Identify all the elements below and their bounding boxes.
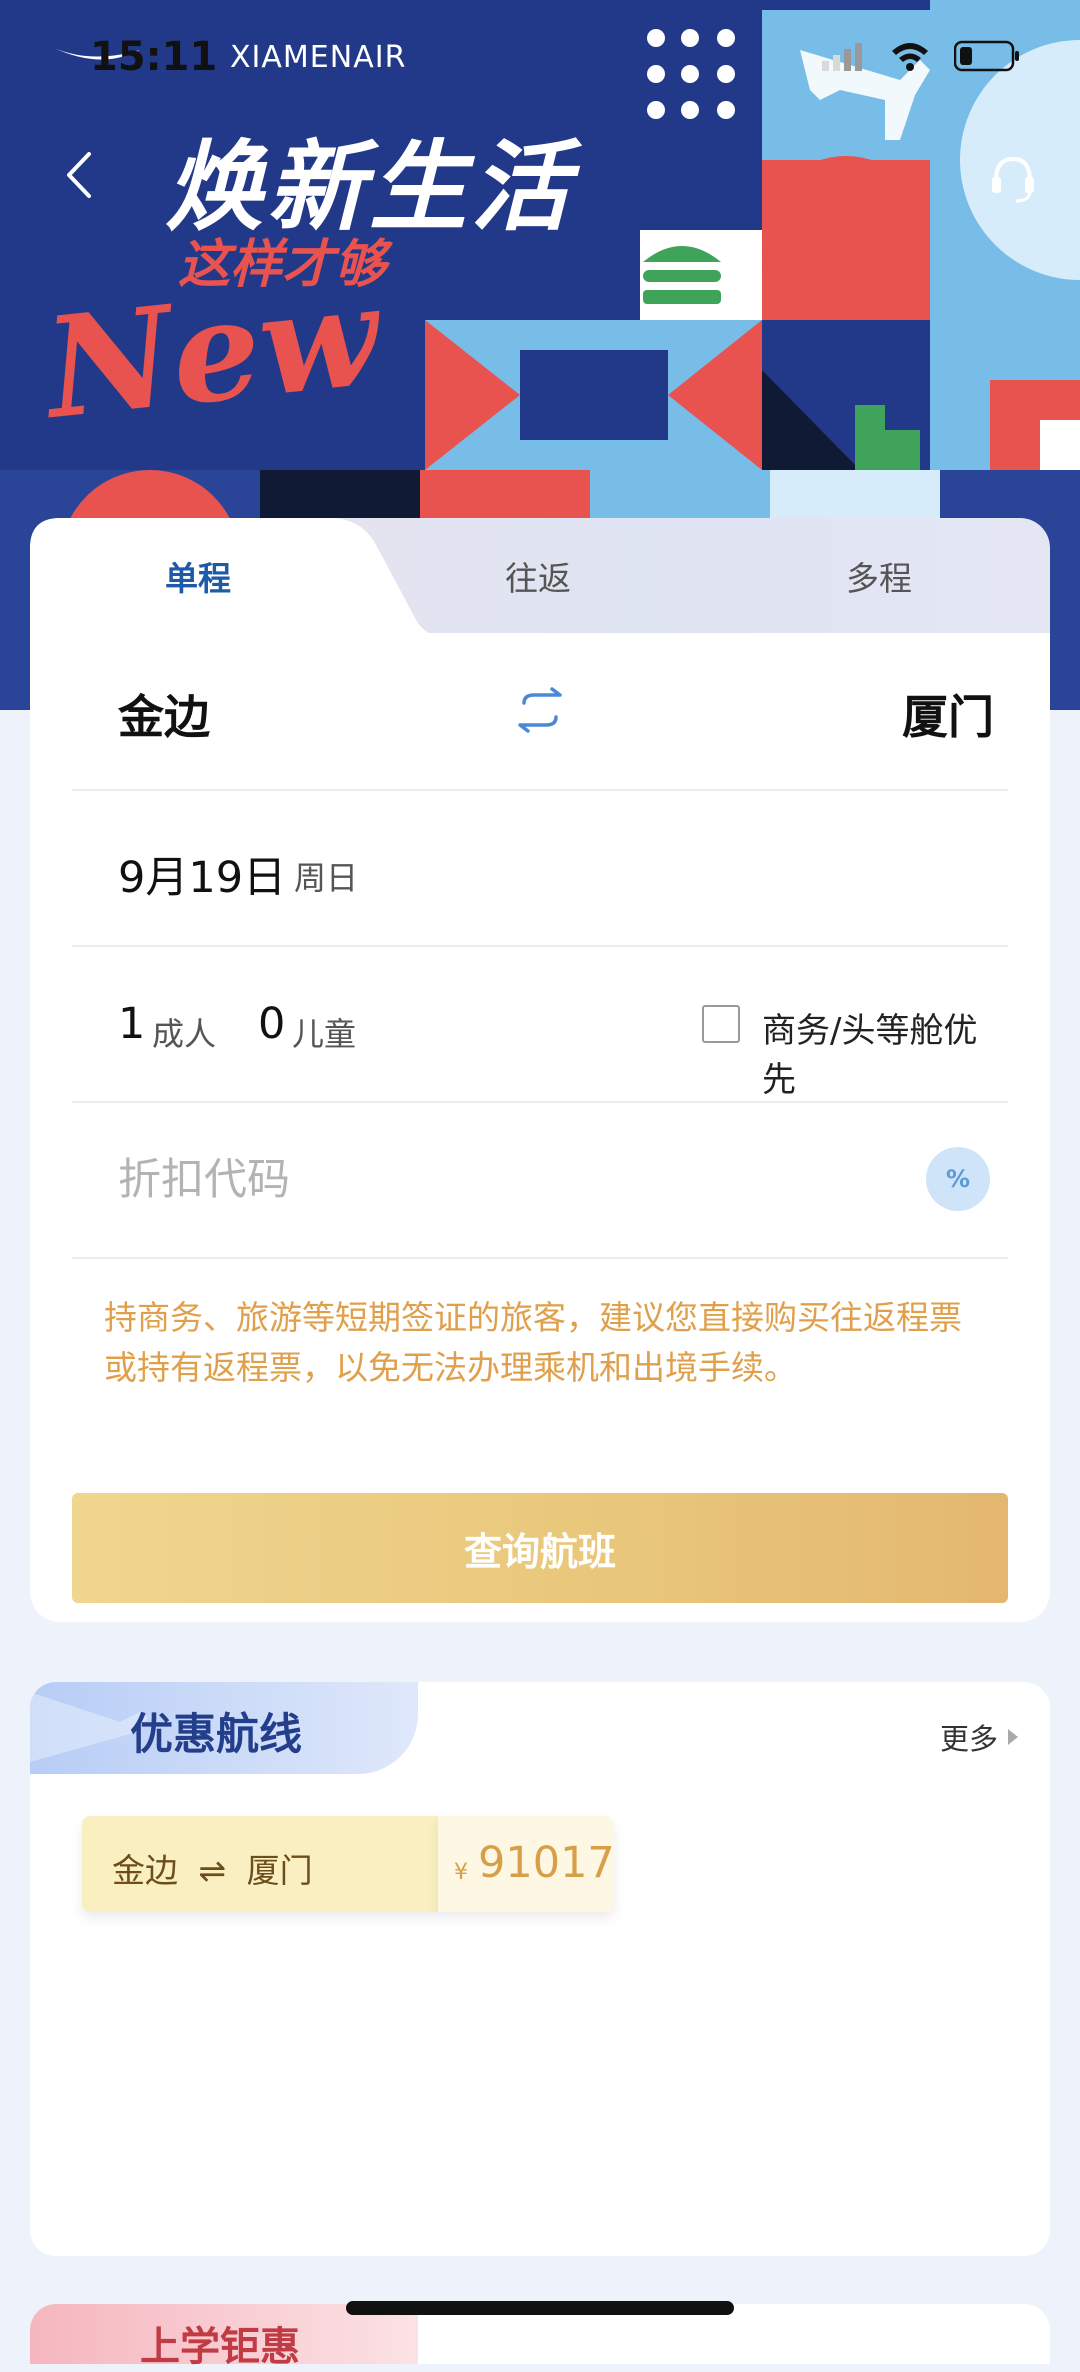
wifi-icon — [892, 43, 928, 71]
visa-notice: 持商务、旅游等短期签证的旅客，建议您直接购买往返程票或持有返程票，以免无法办理乘… — [104, 1298, 962, 1387]
tab-round-trip[interactable]: 往返 — [505, 552, 571, 600]
tab-multi-city[interactable]: 多程 — [846, 552, 912, 600]
adults-count[interactable]: 1 — [118, 999, 145, 1049]
status-icons — [822, 40, 1020, 72]
search-flights-button[interactable]: 查询航班 — [72, 1493, 1008, 1603]
promo-code-input[interactable] — [118, 1145, 818, 1215]
departure-city[interactable]: 金边 — [118, 681, 210, 747]
triangle-right-icon — [1008, 1729, 1018, 1745]
battery-icon — [954, 40, 1019, 72]
price-currency: ¥ — [454, 1860, 468, 1885]
signal-icon — [822, 43, 862, 71]
deal-price: 91017 — [478, 1838, 615, 1888]
banner-new-text: New — [38, 253, 387, 450]
status-time: 15:11 — [90, 34, 218, 80]
passenger-row: 1 成人 0 儿童 商务/头等舱优先 — [72, 947, 1008, 1103]
adults-label: 成人 — [152, 1015, 217, 1053]
home-indicator[interactable] — [346, 2301, 734, 2315]
arrival-city[interactable]: 厦门 — [902, 681, 994, 747]
next-section-title: 上学钜惠 — [140, 2324, 300, 2370]
business-first-label[interactable]: 商务/头等舱优先 — [762, 1003, 1008, 1101]
deal-routes-card: 优惠航线 更多 金边 ⇌ 厦门 ¥ 91017 — [30, 1682, 1050, 2256]
search-form: 金边 厦门 9月19日 周日 1 成人 0 儿童 商务/头等舱优先 % 持商务、… — [30, 633, 1050, 1622]
date-selector-row[interactable]: 9月19日 周日 — [72, 791, 1008, 947]
promo-code-row: % — [72, 1103, 1008, 1259]
children-label: 儿童 — [292, 1015, 357, 1053]
deal-route-from: 金边 — [112, 1851, 178, 1890]
chevron-left-icon — [67, 152, 91, 198]
back-button[interactable] — [48, 140, 108, 210]
active-tab-shape — [30, 518, 450, 638]
tab-one-way[interactable]: 单程 — [165, 552, 231, 600]
discount-icon[interactable]: % — [926, 1147, 990, 1211]
deal-route-to: 厦门 — [246, 1851, 313, 1890]
deals-more-label: 更多 — [939, 1722, 998, 1756]
city-selector-row: 金边 厦门 — [72, 633, 1008, 791]
trip-type-tabs: 单程 往返 多程 — [30, 518, 1050, 638]
business-first-checkbox[interactable] — [702, 1005, 740, 1043]
deal-price-chip[interactable]: ¥ 91017 — [438, 1816, 615, 1912]
round-trip-arrow-icon: ⇌ — [198, 1851, 227, 1890]
swap-cities-icon[interactable] — [510, 685, 570, 735]
deal-route-label: 金边 ⇌ 厦门 — [112, 1844, 313, 1892]
departure-date: 9月19日 — [118, 853, 287, 903]
flight-search-card: 单程 往返 多程 金边 厦门 9月19日 周日 1 成人 0 儿童 商务/头等舱… — [30, 518, 1050, 1622]
children-count[interactable]: 0 — [258, 999, 285, 1049]
deals-title: 优惠航线 — [130, 1710, 302, 1760]
customer-service-button[interactable] — [975, 140, 1051, 216]
departure-weekday: 周日 — [294, 859, 359, 897]
deals-more-link[interactable]: 更多 — [940, 1716, 1020, 1758]
status-bar: XIAMENAIR 15:11 — [0, 0, 1080, 120]
deal-route-chip[interactable]: 金边 ⇌ 厦门 — [82, 1816, 438, 1912]
airline-brand: XIAMENAIR — [230, 40, 407, 75]
headset-icon — [992, 156, 1034, 203]
